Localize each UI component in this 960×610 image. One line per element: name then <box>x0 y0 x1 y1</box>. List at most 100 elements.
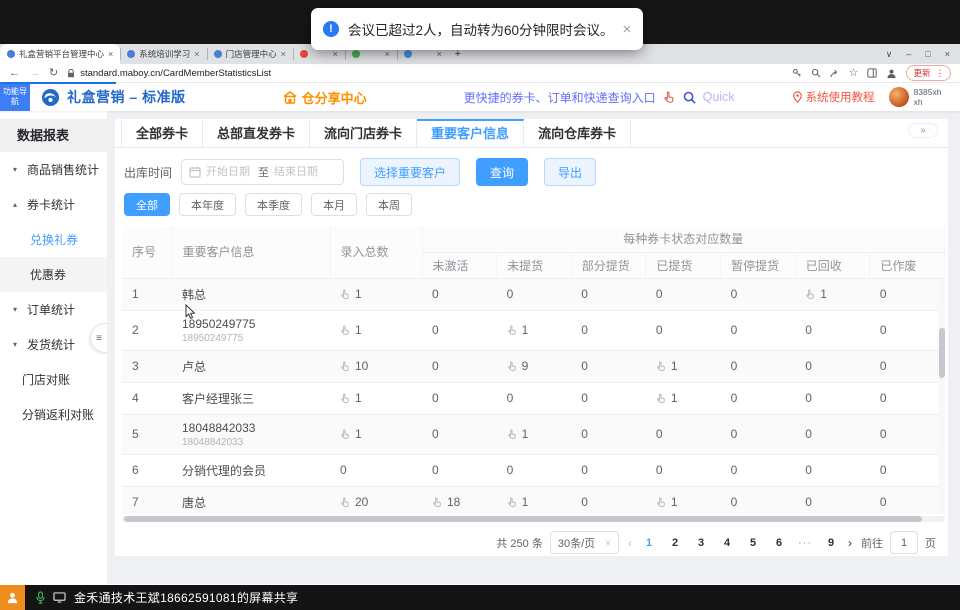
tab-close-icon[interactable]: × <box>281 49 286 59</box>
sidebar-item[interactable]: ▴券卡统计 <box>0 187 107 222</box>
zoom-icon[interactable] <box>811 68 821 78</box>
table-viewport: 序号重要客户信息录入总数每种券卡状态对应数量未激活未提货部分提货已提货暂停提货已… <box>122 226 945 514</box>
horizontal-scrollbar[interactable] <box>122 516 945 522</box>
sidebar-item-label: 兑换礼券 <box>30 231 78 248</box>
goto-page-input[interactable] <box>890 531 918 554</box>
browser-tab[interactable]: 系统培训学习× <box>120 44 206 64</box>
tab-close-icon[interactable]: × <box>108 49 113 59</box>
quick-range-button[interactable]: 本周 <box>366 193 412 216</box>
browser-tab[interactable]: 礼盒营销平台管理中心× <box>0 44 120 64</box>
microphone-icon[interactable] <box>35 591 46 604</box>
cell-count: 0 <box>795 454 870 486</box>
update-label: 更新 <box>913 67 930 79</box>
share-icon[interactable] <box>830 68 840 78</box>
browser-menu-dots-icon[interactable]: ⋮ <box>936 68 945 79</box>
cell-count-link[interactable]: 1 <box>795 278 870 310</box>
cell-count-link[interactable]: 1 <box>497 486 572 514</box>
vertical-scrollbar-thumb[interactable] <box>939 328 945 378</box>
quick-entry[interactable]: 更快捷的券卡、订单和快递查询入口 Quick <box>464 89 735 106</box>
cell-count-link[interactable]: 20 <box>330 486 422 514</box>
next-page-button[interactable]: › <box>846 536 854 550</box>
cell-count-link[interactable]: 1 <box>497 310 572 350</box>
quick-range-button[interactable]: 全部 <box>124 193 170 216</box>
content-tab[interactable]: 流向仓库券卡 <box>524 119 631 147</box>
content-tab[interactable]: 流向门店券卡 <box>310 119 417 147</box>
page-number-button[interactable]: 6 <box>771 537 787 549</box>
window-close-icon[interactable]: × <box>945 49 950 59</box>
quick-range-button[interactable]: 本月 <box>311 193 357 216</box>
quick-range-button[interactable]: 本季度 <box>245 193 302 216</box>
tutorial-link[interactable]: 系统使用教程 <box>793 89 875 105</box>
page-number-button[interactable]: 1 <box>641 537 657 549</box>
share-center-link[interactable]: 仓分享中心 <box>283 88 367 107</box>
page-size-select[interactable]: 30条/页 ∨ <box>550 531 619 554</box>
screen-share-icon[interactable] <box>53 592 66 603</box>
forward-icon[interactable]: → <box>29 68 40 79</box>
page-number-button[interactable]: 4 <box>719 537 735 549</box>
sidebar-item[interactable]: 优惠券 <box>0 257 107 292</box>
back-icon[interactable]: ← <box>9 68 20 79</box>
key-icon[interactable] <box>792 68 802 78</box>
meeting-participant-button[interactable] <box>0 585 25 610</box>
select-customer-button[interactable]: 选择重要客户 <box>360 158 460 186</box>
tab-close-icon[interactable]: × <box>194 49 199 59</box>
sidebar-item[interactable]: 门店对账 <box>0 362 107 397</box>
window-minimize-icon[interactable]: – <box>906 49 911 59</box>
cell-count-link[interactable]: 18 <box>422 486 497 514</box>
page-number-button[interactable]: 5 <box>745 537 761 549</box>
end-date-input[interactable] <box>274 166 321 178</box>
search-icon[interactable] <box>683 91 696 104</box>
address-bar[interactable]: standard.maboy.cn/CardMemberStatisticsLi… <box>67 68 271 79</box>
reload-icon[interactable]: ↻ <box>49 68 58 79</box>
profile-icon[interactable] <box>886 68 897 79</box>
page-number-button[interactable]: 3 <box>693 537 709 549</box>
sidebar-item[interactable]: ▾订单统计 <box>0 292 107 327</box>
cell-count-link[interactable]: 10 <box>330 350 422 382</box>
update-button[interactable]: 更新 ⋮ <box>906 65 951 81</box>
cell-count-link[interactable]: 1 <box>330 310 422 350</box>
browser-tab[interactable]: 门店管理中心× <box>207 44 293 64</box>
sidebar-item[interactable]: 分销返利对账 <box>0 397 107 432</box>
cell-count-link[interactable]: 1 <box>330 382 422 414</box>
date-range-picker[interactable]: 至 <box>181 159 344 185</box>
tab-close-icon[interactable]: × <box>385 49 390 59</box>
bookmark-star-icon[interactable]: ☆ <box>849 68 859 79</box>
export-button[interactable]: 导出 <box>544 158 596 186</box>
goto-label: 前往 <box>861 535 883 551</box>
content-tab[interactable]: 总部直发券卡 <box>203 119 310 147</box>
window-maximize-icon[interactable]: □ <box>925 49 930 59</box>
content-tab[interactable]: 全部券卡 <box>121 119 203 147</box>
panel-collapse-button[interactable]: » <box>908 123 938 138</box>
vertical-scrollbar[interactable] <box>939 280 945 514</box>
tab-close-icon[interactable]: × <box>333 49 338 59</box>
cell-count-link[interactable]: 1 <box>646 382 721 414</box>
cell-count-link[interactable]: 1 <box>646 350 721 382</box>
page-number-button[interactable]: 9 <box>823 537 839 549</box>
page-number-button[interactable]: 2 <box>667 537 683 549</box>
cell-count: 0 <box>795 382 870 414</box>
cell-count-link[interactable]: 9 <box>497 350 572 382</box>
col-header-status: 已作废 <box>870 252 945 278</box>
content-tab[interactable]: 重要客户信息 <box>417 119 524 147</box>
toast-close-icon[interactable]: × <box>623 21 632 38</box>
side-panel-icon[interactable] <box>867 68 877 78</box>
function-nav-badge[interactable]: 功能导航 <box>0 83 30 111</box>
tab-close-icon[interactable]: × <box>437 49 442 59</box>
cell-count-link[interactable]: 1 <box>330 414 422 454</box>
start-date-input[interactable] <box>206 166 253 178</box>
quick-range-button[interactable]: 本年度 <box>179 193 236 216</box>
meeting-taskbar: 金禾通技术王斌18662591081的屏幕共享 <box>0 585 960 610</box>
cell-count-link[interactable]: 1 <box>497 414 572 454</box>
query-button[interactable]: 查询 <box>476 158 528 186</box>
avatar[interactable] <box>889 87 909 107</box>
sidebar-item[interactable]: 兑换礼券 <box>0 222 107 257</box>
sidebar-item[interactable]: ▾商品销售统计 <box>0 152 107 187</box>
cell-count-link[interactable]: 1 <box>330 278 422 310</box>
horizontal-scrollbar-thumb[interactable] <box>124 516 922 522</box>
cell-count: 0 <box>870 310 945 350</box>
prev-page-button[interactable]: ‹ <box>626 536 634 550</box>
cell-count-link[interactable]: 1 <box>646 486 721 514</box>
quick-search-label[interactable]: Quick <box>703 90 735 104</box>
window-menu-icon[interactable]: ∨ <box>886 49 893 60</box>
user-menu[interactable]: 8385xh xh <box>889 87 950 107</box>
